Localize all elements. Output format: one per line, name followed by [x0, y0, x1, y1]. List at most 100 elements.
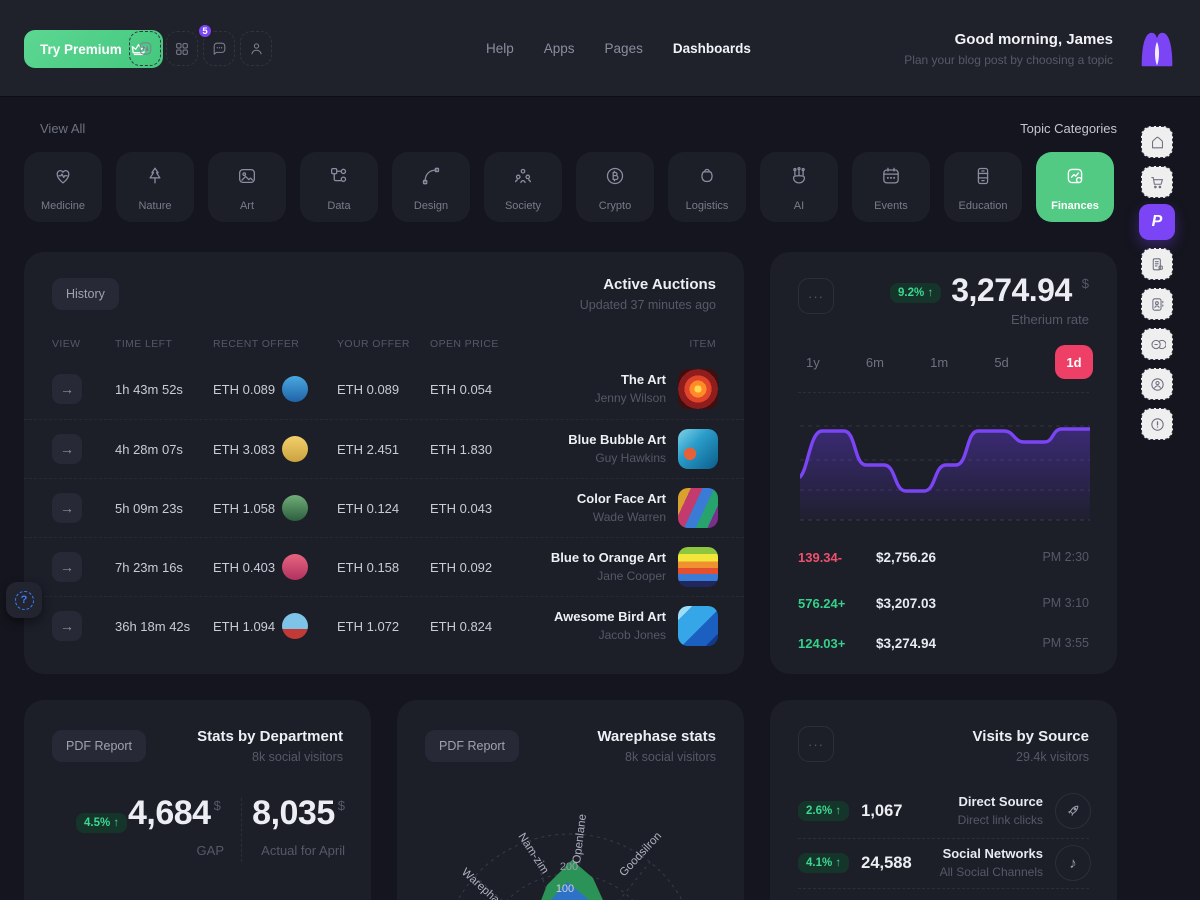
radar-tick-100: 100 — [556, 883, 574, 895]
open-auction-button[interactable]: → — [52, 434, 82, 464]
chip-crypto[interactable]: Crypto — [576, 152, 654, 222]
home-icon[interactable] — [1141, 126, 1173, 158]
bidder-avatar — [282, 436, 308, 462]
cart-icon[interactable] — [1141, 166, 1173, 198]
nav-help[interactable]: Help — [486, 41, 514, 56]
col-view: VIEW — [52, 338, 80, 350]
ai-hand-icon — [788, 165, 810, 187]
item-author: Jacob Jones — [599, 628, 666, 642]
item-author: Jane Cooper — [597, 569, 666, 583]
chip-art[interactable]: Art — [208, 152, 286, 222]
chip-education[interactable]: Education — [944, 152, 1022, 222]
auction-row: → 1h 43m 52s ETH 0.089 ETH 0.089 ETH 0.0… — [24, 360, 744, 419]
range-1d[interactable]: 1d — [1055, 345, 1093, 379]
chip-label: Crypto — [599, 200, 631, 212]
tx-delta: 139.34- — [798, 550, 876, 565]
item-thumbnail[interactable] — [678, 369, 718, 409]
open-price: ETH 0.043 — [430, 479, 492, 538]
col-time-left: TIME LEFT — [115, 338, 172, 350]
item-thumbnail[interactable] — [678, 488, 718, 528]
open-auction-button[interactable]: → — [52, 552, 82, 582]
item-thumbnail[interactable] — [678, 429, 718, 469]
rate-change-badge: 9.2% ↑ — [890, 283, 941, 303]
transaction-row: 139.34- $2,756.26 PM 2:30 — [798, 547, 1089, 567]
source-name: Social Networks — [943, 846, 1043, 861]
pdf-report-button[interactable]: PDF Report — [425, 730, 519, 762]
divider — [798, 888, 1089, 889]
user-badge-icon[interactable] — [1141, 368, 1173, 400]
chip-design[interactable]: Design — [392, 152, 470, 222]
auctions-updated: Updated 37 minutes ago — [580, 298, 716, 312]
col-your-offer: YOUR OFFER — [337, 338, 410, 350]
visit-source-row: 4.1% ↑ 24,588 Social Networks All Social… — [798, 840, 1091, 886]
greeting-subtitle: Plan your blog post by choosing a topic — [904, 53, 1113, 67]
tx-amount: $2,756.26 — [876, 550, 936, 565]
help-button[interactable]: ? — [6, 582, 42, 618]
chip-label: Medicine — [41, 200, 85, 212]
chip-medicine[interactable]: Medicine — [24, 152, 102, 222]
chip-finances[interactable]: Finances — [1036, 152, 1114, 222]
view-all-link[interactable]: View All — [40, 121, 85, 136]
divider — [798, 838, 1089, 839]
chip-logistics[interactable]: Logistics — [668, 152, 746, 222]
stats-title: Stats by Department — [197, 728, 343, 745]
rocket-icon[interactable] — [1055, 793, 1091, 829]
range-5d[interactable]: 5d — [994, 355, 1008, 370]
item-thumbnail[interactable] — [678, 547, 718, 587]
open-auction-button[interactable]: → — [52, 611, 82, 641]
visit-source-row: Email Newsletter — [798, 892, 1091, 900]
more-options-icon[interactable]: ··· — [798, 726, 834, 762]
visits-by-source-panel: ··· Visits by Source 29.4k visitors 2.6%… — [770, 700, 1117, 900]
pdf-report-button[interactable]: PDF Report — [52, 730, 146, 762]
history-button[interactable]: History — [52, 278, 119, 310]
range-1y[interactable]: 1y — [806, 355, 820, 370]
range-6m[interactable]: 6m — [866, 355, 884, 370]
alert-icon[interactable] — [1141, 408, 1173, 440]
nav-dashboards[interactable]: Dashboards — [673, 41, 751, 56]
chip-label: Nature — [138, 200, 171, 212]
open-auction-button[interactable]: → — [52, 493, 82, 523]
auction-row: → 5h 09m 23s ETH 1.058 ETH 0.124 ETH 0.0… — [24, 478, 744, 537]
coins-icon[interactable] — [1141, 328, 1173, 360]
gap-value: 4,684 — [128, 796, 211, 830]
tx-amount: $3,274.94 — [876, 636, 936, 651]
open-price: ETH 0.092 — [430, 538, 492, 597]
recent-offer: ETH 1.058 — [213, 479, 275, 538]
contacts-icon[interactable] — [1141, 288, 1173, 320]
chip-ai[interactable]: AI — [760, 152, 838, 222]
widgets-icon[interactable] — [129, 31, 161, 66]
nav-pages[interactable]: Pages — [605, 41, 643, 56]
stats-subtitle: 8k social visitors — [197, 750, 343, 764]
music-note-icon[interactable]: ♪ — [1055, 845, 1091, 881]
item-title: The Art — [621, 372, 666, 387]
nav-apps[interactable]: Apps — [544, 41, 575, 56]
open-auction-button[interactable]: → — [52, 374, 82, 404]
tx-time: PM 3:55 — [1042, 636, 1089, 650]
chip-label: Design — [414, 200, 448, 212]
range-1m[interactable]: 1m — [930, 355, 948, 370]
warephase-subtitle: 8k social visitors — [597, 750, 716, 764]
paypal-icon[interactable]: P — [1139, 204, 1175, 240]
chip-events[interactable]: Events — [852, 152, 930, 222]
chip-nature[interactable]: Nature — [116, 152, 194, 222]
source-name: Direct Source — [958, 794, 1043, 809]
greeting-block: Good morning, James Plan your blog post … — [904, 31, 1113, 67]
dashboard-page: Try Premium 5 Help Apps Pages Dashboards… — [0, 0, 1200, 900]
time-left: 5h 09m 23s — [115, 479, 183, 538]
time-left: 36h 18m 42s — [115, 597, 190, 656]
topic-chip-row: Medicine Nature Art Data Design Society … — [24, 152, 1118, 222]
actual-currency: $ — [338, 798, 345, 813]
more-options-icon[interactable]: ··· — [798, 278, 834, 314]
bidder-avatar — [282, 613, 308, 639]
apps-grid-icon[interactable] — [166, 31, 198, 66]
notifications-badge: 5 — [197, 23, 213, 39]
chip-society[interactable]: Society — [484, 152, 562, 222]
app-logo[interactable] — [1134, 26, 1180, 72]
source-desc: Direct link clicks — [958, 813, 1043, 827]
chip-data[interactable]: Data — [300, 152, 378, 222]
invoice-icon[interactable] — [1141, 248, 1173, 280]
item-thumbnail[interactable] — [678, 606, 718, 646]
profile-icon[interactable] — [240, 31, 272, 66]
vector-curve-icon — [420, 165, 442, 187]
paypal-letter: P — [1152, 213, 1163, 231]
